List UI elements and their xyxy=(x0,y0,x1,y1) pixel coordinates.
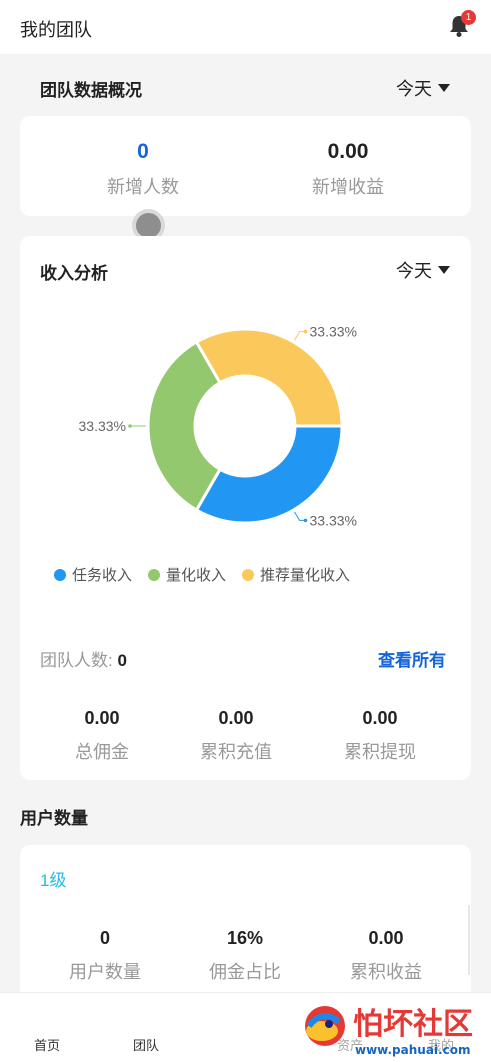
top-bar: 我的团队 1 xyxy=(0,0,491,54)
income-analysis-title: 收入分析 xyxy=(40,264,108,283)
new-members-value: 0 xyxy=(137,140,149,163)
slice-value-label: 33.33% xyxy=(79,418,126,434)
team-count: 团队人数: 0 xyxy=(40,646,127,671)
view-all-link[interactable]: 查看所有 xyxy=(378,646,446,671)
label-leader-line xyxy=(294,511,306,521)
watermark-url: www.pahuai.com xyxy=(355,1043,470,1057)
watermark-logo: 怕坏社区 www.pahuai.com xyxy=(295,996,491,1062)
legend-item[interactable]: 推荐量化收入 xyxy=(242,564,350,585)
overview-card: 0 新增人数 0.00 新增收益 xyxy=(20,116,471,216)
overview-period-label: 今天 xyxy=(396,79,432,99)
legend-label: 任务收入 xyxy=(72,567,133,584)
income-donut-chart: 33.33% 33.33% 33.33% xyxy=(79,324,357,529)
legend-dot-icon xyxy=(54,568,66,581)
user-count-label: 用户数量 xyxy=(69,962,141,982)
caret-down-icon xyxy=(438,266,450,274)
income-period-select[interactable]: 今天 xyxy=(396,257,450,283)
legend-label: 推荐量化收入 xyxy=(260,567,351,584)
total-recharge-value: 0.00 xyxy=(218,708,254,728)
slice-value-label: 33.33% xyxy=(310,512,357,528)
commission-ratio-value: 16% xyxy=(226,928,264,948)
overview-title: 团队数据概况 xyxy=(40,81,142,100)
total-withdraw-stat: 0.00 累积提现 xyxy=(310,708,450,764)
tab-team[interactable]: 团队 xyxy=(133,1035,159,1054)
new-income-stat: 0.00 新增收益 xyxy=(268,140,428,199)
total-withdraw-label: 累积提现 xyxy=(344,742,416,762)
total-commission-value: 0.00 xyxy=(84,708,120,728)
new-income-label: 新增收益 xyxy=(312,177,384,197)
team-count-value: 0 xyxy=(117,651,127,670)
total-commission-stat: 0.00 总佣金 xyxy=(32,708,172,764)
donut-slice-2[interactable] xyxy=(146,339,223,513)
legend-item[interactable]: 任务收入 xyxy=(54,564,132,585)
new-members-label: 新增人数 xyxy=(107,177,179,197)
notification-badge: 1 xyxy=(461,10,476,25)
label-leader-dot xyxy=(303,329,308,334)
team-count-label: 团队人数: xyxy=(40,651,113,670)
total-recharge-label: 累积充值 xyxy=(200,742,272,762)
label-leader-dot xyxy=(303,518,308,523)
label-leader-line xyxy=(294,331,306,341)
scrollbar[interactable] xyxy=(468,905,470,975)
donut-slice-3[interactable] xyxy=(194,327,344,428)
slice-value-label: 33.33% xyxy=(310,324,357,340)
tab-home[interactable]: 首页 xyxy=(34,1035,60,1054)
total-commission-label: 总佣金 xyxy=(75,742,129,762)
user-count-stat: 0 用户数量 xyxy=(35,928,175,984)
overview-period-select[interactable]: 今天 xyxy=(396,75,450,101)
level-tab[interactable]: 1级 xyxy=(40,866,66,891)
total-recharge-stat: 0.00 累积充值 xyxy=(166,708,306,764)
total-withdraw-value: 0.00 xyxy=(362,708,398,728)
legend-item[interactable]: 量化收入 xyxy=(148,564,226,585)
watermark-text: 怕坏社区 xyxy=(353,1007,473,1042)
legend-dot-icon xyxy=(148,568,161,581)
legend-label: 量化收入 xyxy=(166,567,227,584)
user-count-title: 用户数量 xyxy=(20,809,88,828)
income-period-label: 今天 xyxy=(396,261,432,281)
new-members-stat: 0 新增人数 xyxy=(63,140,223,199)
label-leader-dot xyxy=(128,424,132,428)
accumulated-income-stat: 0.00 累积收益 xyxy=(316,928,456,984)
commission-ratio-label: 佣金占比 xyxy=(209,962,281,982)
chart-legend: 任务收入 量化收入 推荐量化收入 xyxy=(54,564,350,585)
user-count-value: 0 xyxy=(99,928,110,948)
new-income-value: 0.00 xyxy=(327,140,369,163)
legend-dot-icon xyxy=(242,568,255,581)
caret-down-icon xyxy=(438,84,450,92)
page-title: 我的团队 xyxy=(20,20,92,40)
commission-ratio-stat: 16% 佣金占比 xyxy=(175,928,315,984)
accumulated-income-value: 0.00 xyxy=(368,928,404,948)
accumulated-income-label: 累积收益 xyxy=(350,962,422,982)
